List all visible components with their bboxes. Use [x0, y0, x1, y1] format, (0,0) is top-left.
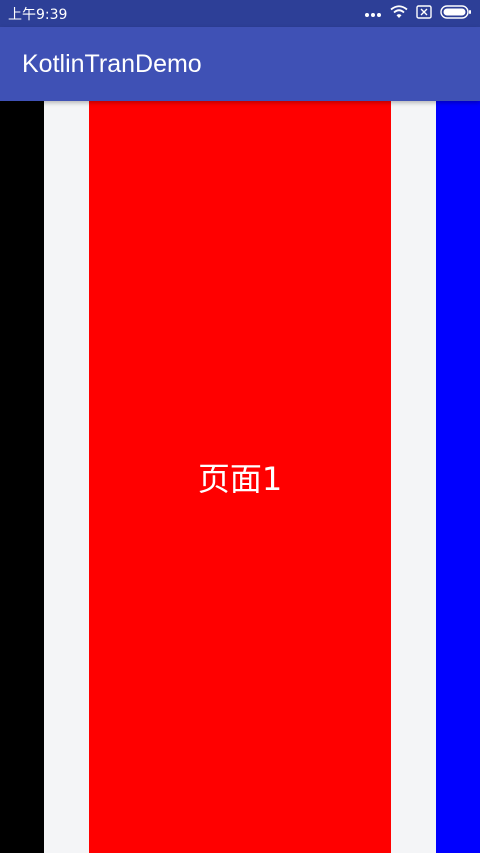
- view-pager[interactable]: 页面1: [0, 101, 480, 853]
- page-next[interactable]: [436, 101, 480, 853]
- status-time: 上午9:39: [8, 6, 68, 23]
- app-bar: KotlinTranDemo: [0, 27, 480, 101]
- app-title: KotlinTranDemo: [22, 49, 202, 78]
- page-current[interactable]: 页面1: [89, 101, 391, 853]
- wifi-icon: [390, 4, 408, 23]
- more-dots-icon: [364, 6, 382, 22]
- page-label: 页面1: [197, 460, 283, 498]
- status-bar: 上午9:39: [0, 0, 480, 27]
- status-icons: [364, 4, 472, 23]
- battery-icon: [440, 4, 472, 23]
- page-previous[interactable]: [0, 101, 44, 853]
- sim-x-icon: [416, 4, 432, 23]
